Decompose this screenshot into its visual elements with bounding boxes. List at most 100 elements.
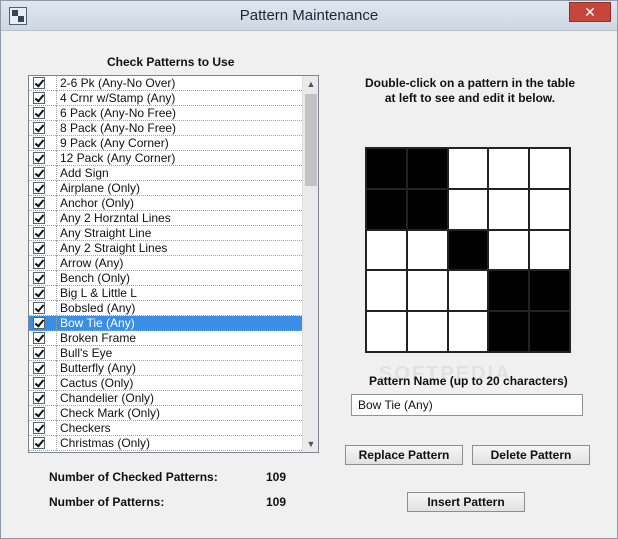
row-divider <box>56 391 57 406</box>
pattern-list-item[interactable]: Add Sign <box>29 166 302 181</box>
insert-pattern-button[interactable]: Insert Pattern <box>407 492 525 512</box>
pattern-list-item[interactable]: Butterfly (Any) <box>29 361 302 376</box>
pattern-checkbox[interactable] <box>33 437 45 449</box>
row-divider <box>56 346 57 361</box>
pattern-list-item[interactable]: Check Mark (Only) <box>29 406 302 421</box>
pattern-cell[interactable] <box>489 230 529 270</box>
pattern-checkbox[interactable] <box>33 362 45 374</box>
checked-patterns-count: 109 <box>266 470 287 484</box>
pattern-list-item-label: Broken Frame <box>60 331 137 345</box>
pattern-cell[interactable] <box>530 312 569 351</box>
pattern-list-item[interactable]: Any 2 Horzntal Lines <box>29 211 302 226</box>
pattern-list-item[interactable]: Checkers <box>29 421 302 436</box>
pattern-cell[interactable] <box>367 149 406 188</box>
pattern-list-item[interactable]: 6 Pack (Any-No Free) <box>29 106 302 121</box>
pattern-list-item[interactable]: Any Straight Line <box>29 226 302 241</box>
pattern-checkbox[interactable] <box>33 107 45 119</box>
pattern-cell[interactable] <box>489 149 529 188</box>
pattern-list-item[interactable]: 4 Crnr w/Stamp (Any) <box>29 91 302 106</box>
pattern-list-item[interactable]: Chandelier (Only) <box>29 391 302 406</box>
pattern-cell[interactable] <box>407 230 447 270</box>
scroll-up-icon[interactable]: ▲ <box>303 76 319 92</box>
pattern-cell[interactable] <box>407 271 447 311</box>
pattern-cell[interactable] <box>530 271 569 311</box>
close-button[interactable]: ✕ <box>569 2 611 22</box>
pattern-checkbox[interactable] <box>33 377 45 389</box>
replace-pattern-button[interactable]: Replace Pattern <box>345 445 463 465</box>
pattern-checkbox[interactable] <box>33 302 45 314</box>
pattern-list-item-label: 12 Pack (Any Corner) <box>60 151 176 165</box>
pattern-checkbox[interactable] <box>33 122 45 134</box>
pattern-list-item[interactable]: 8 Pack (Any-No Free) <box>29 121 302 136</box>
pattern-cell[interactable] <box>489 312 529 351</box>
pattern-cell[interactable] <box>530 189 569 229</box>
pattern-list-item[interactable]: Bow Tie (Any) <box>29 316 302 331</box>
pattern-checkbox[interactable] <box>33 242 45 254</box>
pattern-cell[interactable] <box>530 149 569 188</box>
pattern-list-item[interactable]: 2-6 Pk (Any-No Over) <box>29 76 302 91</box>
pattern-list-item[interactable]: 12 Pack (Any Corner) <box>29 151 302 166</box>
pattern-list-item-label: 9 Pack (Any Corner) <box>60 136 169 150</box>
pattern-cell[interactable] <box>489 189 529 229</box>
pattern-list-item[interactable]: Airplane (Only) <box>29 181 302 196</box>
pattern-checkbox[interactable] <box>33 197 45 209</box>
pattern-cell[interactable] <box>407 312 447 351</box>
pattern-cell[interactable] <box>367 312 406 351</box>
pattern-checkbox[interactable] <box>33 137 45 149</box>
pattern-cell[interactable] <box>489 271 529 311</box>
pattern-list-item[interactable]: Bobsled (Any) <box>29 301 302 316</box>
pattern-checkbox[interactable] <box>33 317 45 329</box>
pattern-list-item[interactable]: Cactus (Only) <box>29 376 302 391</box>
scroll-down-icon[interactable]: ▼ <box>303 436 319 452</box>
pattern-cell[interactable] <box>530 230 569 270</box>
scroll-thumb[interactable] <box>305 94 317 186</box>
pattern-cell[interactable] <box>448 189 488 229</box>
pattern-checkbox[interactable] <box>33 77 45 89</box>
pattern-checkbox[interactable] <box>33 92 45 104</box>
pattern-grid[interactable] <box>365 147 571 353</box>
pattern-checkbox[interactable] <box>33 257 45 269</box>
pattern-checkbox[interactable] <box>33 407 45 419</box>
pattern-list-item[interactable]: Christmas (Only) <box>29 436 302 451</box>
pattern-list-item[interactable]: Anchor (Only) <box>29 196 302 211</box>
pattern-cell[interactable] <box>367 189 406 229</box>
pattern-list-item[interactable]: 9 Pack (Any Corner) <box>29 136 302 151</box>
patterns-scrollbar[interactable]: ▲ ▼ <box>302 76 318 452</box>
patterns-list[interactable]: 2-6 Pk (Any-No Over) 4 Crnr w/Stamp (Any)… <box>28 75 319 453</box>
pattern-cell[interactable] <box>407 189 447 229</box>
row-divider <box>56 316 57 331</box>
pattern-list-item[interactable]: Bench (Only) <box>29 271 302 286</box>
pattern-checkbox[interactable] <box>33 272 45 284</box>
delete-pattern-button[interactable]: Delete Pattern <box>472 445 590 465</box>
row-divider <box>56 301 57 316</box>
title-bar[interactable]: Pattern Maintenance ✕ <box>1 1 617 31</box>
pattern-cell[interactable] <box>367 230 406 270</box>
pattern-list-item[interactable]: Arrow (Any) <box>29 256 302 271</box>
pattern-cell[interactable] <box>448 271 488 311</box>
pattern-checkbox[interactable] <box>33 422 45 434</box>
pattern-list-item-label: Chandelier (Only) <box>60 391 155 405</box>
pattern-checkbox[interactable] <box>33 287 45 299</box>
pattern-name-input[interactable] <box>351 394 583 416</box>
pattern-cell[interactable] <box>407 149 447 188</box>
pattern-checkbox[interactable] <box>33 152 45 164</box>
pattern-cell[interactable] <box>448 230 488 270</box>
pattern-checkbox[interactable] <box>33 392 45 404</box>
row-divider <box>56 196 57 211</box>
pattern-checkbox[interactable] <box>33 182 45 194</box>
pattern-checkbox[interactable] <box>33 212 45 224</box>
pattern-cell[interactable] <box>448 312 488 351</box>
row-divider <box>56 421 57 436</box>
pattern-list-item[interactable]: Broken Frame <box>29 331 302 346</box>
patterns-heading: Check Patterns to Use <box>107 55 235 69</box>
pattern-checkbox[interactable] <box>33 227 45 239</box>
pattern-checkbox[interactable] <box>33 167 45 179</box>
pattern-list-item[interactable]: Bull's Eye <box>29 346 302 361</box>
row-divider <box>56 286 57 301</box>
pattern-list-item[interactable]: Big L & Little L <box>29 286 302 301</box>
pattern-list-item[interactable]: Any 2 Straight Lines <box>29 241 302 256</box>
pattern-checkbox[interactable] <box>33 332 45 344</box>
pattern-cell[interactable] <box>448 149 488 188</box>
pattern-checkbox[interactable] <box>33 347 45 359</box>
pattern-cell[interactable] <box>367 271 406 311</box>
